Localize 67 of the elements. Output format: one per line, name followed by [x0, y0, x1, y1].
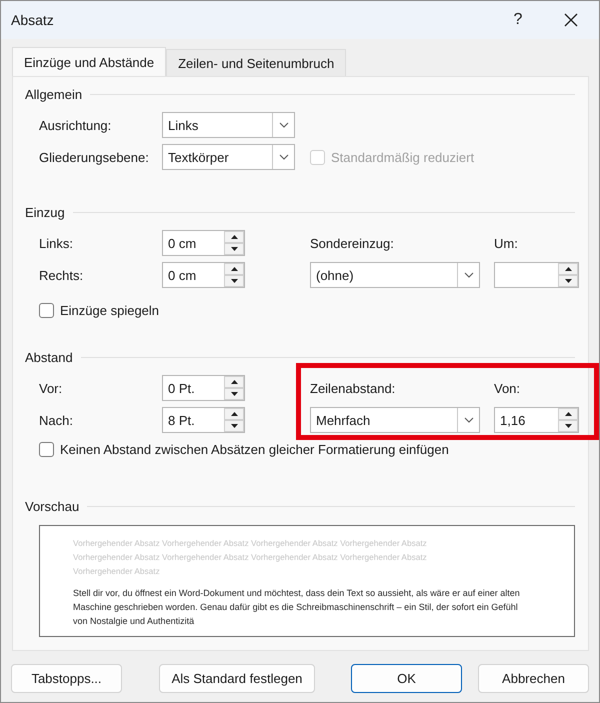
field-label: Nach: — [39, 412, 74, 428]
dialog-button[interactable]: Abbrechen — [478, 664, 589, 693]
field-label: Links: — [39, 236, 74, 250]
spin-down-button[interactable] — [224, 388, 244, 400]
up-arrow-icon — [564, 412, 572, 416]
spin-down-button[interactable] — [224, 243, 244, 255]
down-arrow-icon — [230, 392, 238, 396]
preview-text: Vorhergehender Absatz Vorhergehender Absatz Vorhergehender Absatz Vorhergehender Absatz Vorhergehender Absatz Vorhergehender Absatz Vorhergehender Absatz Vorhergehender Absatz Vorhergehender Absatz — [73, 537, 428, 578]
spin-field[interactable]: 0 cm — [162, 230, 245, 256]
field-label: Sondereinzug: — [310, 236, 395, 250]
dropdown-field[interactable]: Textkörper — [162, 144, 295, 170]
field-label: Rechts: — [39, 268, 84, 282]
window-title: Absatz — [11, 12, 55, 28]
section-title: Vorschau — [25, 498, 80, 514]
down-arrow-icon — [230, 424, 238, 428]
spin-down-button[interactable] — [224, 275, 244, 287]
preview-text: Stell dir vor, du öffnest ein Word-Dokument und möchtest, dass dein Text so aussieht, als wäre er auf einer alten Maschine geschrieben worden. Genau dafür gibt es die Schreibmaschinenschrift – ein Stil, der sofort ein Gefühl von Nostalgie und Authentizitä — [73, 587, 521, 628]
field-label: Zeilenabstand: — [310, 380, 396, 396]
spin-field[interactable]: 0 Pt. — [162, 375, 245, 401]
field-label: Gliederungsebene: — [39, 150, 150, 164]
down-arrow-icon — [230, 247, 238, 251]
chevron-down-icon — [464, 417, 474, 423]
checkbox-label[interactable]: Einzüge spiegeln — [39, 303, 575, 318]
spin-field[interactable]: 1,16 — [494, 407, 579, 433]
section-title: Einzug — [25, 204, 65, 220]
chevron-down-icon — [278, 154, 288, 160]
tab[interactable]: Zeilen- und Seitenumbruch — [166, 49, 346, 76]
checkbox[interactable] — [39, 442, 54, 457]
spin-up-button[interactable] — [224, 408, 244, 420]
chevron-down-icon — [278, 122, 288, 128]
up-arrow-icon — [230, 235, 238, 239]
dialog-button[interactable]: Als Standard festlegen — [159, 664, 315, 693]
checkbox-label[interactable]: Keinen Abstand zwischen Absätzen gleicher Formatierung einfügen — [39, 442, 575, 457]
spin-field[interactable]: 8 Pt. — [162, 407, 245, 433]
dialog-button[interactable]: Tabstopps... — [11, 664, 122, 693]
dropdown-field[interactable]: Mehrfach — [310, 407, 480, 433]
tab[interactable]: Einzüge und Abstände — [12, 47, 166, 76]
field-label: Von: — [494, 380, 522, 396]
dropdown-field[interactable]: (ohne) — [310, 262, 480, 288]
field-label: Ausrichtung: — [39, 118, 112, 132]
spin-field[interactable] — [494, 262, 579, 288]
spin-down-button[interactable] — [558, 275, 578, 287]
spin-up-button[interactable] — [558, 263, 578, 275]
spin-down-button[interactable] — [224, 420, 244, 432]
checkbox[interactable] — [39, 303, 54, 318]
help-button[interactable]: ? — [493, 1, 543, 39]
down-arrow-icon — [230, 279, 238, 283]
field-label: Vor: — [39, 380, 64, 396]
up-arrow-icon — [230, 267, 238, 271]
dropdown-field[interactable]: Links — [162, 112, 295, 138]
spin-down-button[interactable] — [558, 420, 578, 432]
spin-up-button[interactable] — [224, 376, 244, 388]
up-arrow-icon — [230, 380, 238, 384]
section-title: Allgemein — [25, 86, 82, 102]
up-arrow-icon — [564, 267, 572, 271]
spin-up-button[interactable] — [224, 263, 244, 275]
spin-up-button[interactable] — [558, 408, 578, 420]
spin-up-button[interactable] — [224, 231, 244, 243]
spin-field[interactable]: 0 cm — [162, 262, 245, 288]
close-icon — [564, 13, 578, 27]
down-arrow-icon — [564, 279, 572, 283]
down-arrow-icon — [564, 424, 572, 428]
section-title: Abstand — [25, 350, 73, 364]
up-arrow-icon — [230, 412, 238, 416]
field-label: Um: — [494, 236, 519, 250]
dialog-button[interactable]: OK — [351, 664, 462, 693]
chevron-down-icon — [464, 272, 474, 278]
